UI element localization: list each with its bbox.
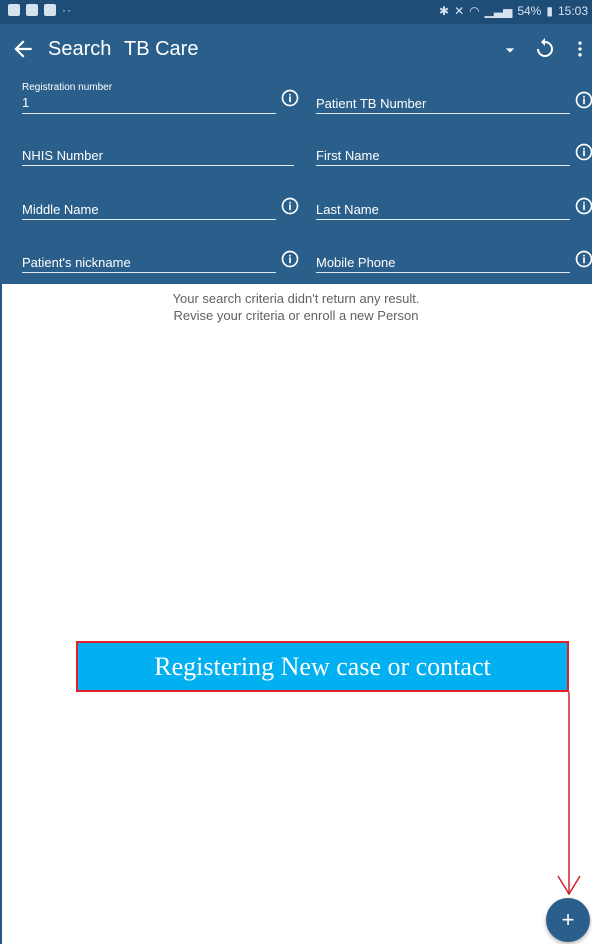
empty-state-message: Your search criteria didn't return any r… [0, 290, 592, 324]
first-name-field[interactable]: First Name [316, 148, 570, 166]
middle-name-placeholder: Middle Name [22, 202, 99, 217]
mobile-phone-placeholder: Mobile Phone [316, 255, 396, 270]
field-underline [316, 272, 570, 273]
first-name-placeholder: First Name [316, 148, 380, 163]
nhis-number-placeholder: NHIS Number [22, 148, 103, 163]
more-notifications-indicator: ·· [62, 3, 72, 17]
toolbar: Search TB Care [0, 24, 592, 76]
field-underline [22, 113, 276, 114]
back-arrow-icon[interactable] [10, 36, 36, 62]
empty-state-line-2: Revise your criteria or enroll a new Per… [173, 308, 419, 323]
signal-icon: ▁▃▅ [484, 4, 513, 18]
status-bar: ·· ✱ ✕ ◠ ▁▃▅ 54% ▮ 15:03 [0, 0, 592, 24]
field-underline [316, 219, 570, 220]
more-options-icon[interactable] [570, 36, 590, 62]
add-person-button[interactable]: + [546, 898, 590, 942]
mobile-phone-field[interactable]: Mobile Phone [316, 255, 570, 273]
registration-number-field[interactable]: Registration number 1 [22, 82, 276, 114]
screen-title: Search [48, 38, 112, 60]
info-icon[interactable] [280, 88, 300, 108]
bluetooth-icon: ✱ [439, 4, 450, 18]
info-icon[interactable] [280, 249, 300, 269]
info-icon[interactable] [574, 249, 592, 269]
program-dropdown-icon[interactable] [500, 40, 520, 60]
annotation-callout: Registering New case or contact [76, 641, 569, 692]
refresh-icon[interactable] [533, 36, 557, 60]
facebook-icon [8, 4, 20, 16]
clock: 15:03 [557, 4, 588, 18]
gallery-icon [44, 4, 56, 16]
info-icon[interactable] [280, 196, 300, 216]
registration-number-label: Registration number [22, 82, 113, 93]
last-name-field[interactable]: Last Name [316, 202, 570, 220]
field-underline [316, 165, 570, 166]
youtube-icon [26, 4, 38, 16]
program-title: TB Care [124, 38, 199, 60]
patient-tb-number-field[interactable]: Patient TB Number [316, 96, 570, 114]
search-header: Search TB Care Registration number 1 Pat… [0, 24, 592, 284]
info-icon[interactable] [574, 90, 592, 110]
middle-name-field[interactable]: Middle Name [22, 202, 276, 220]
nhis-number-field[interactable]: NHIS Number [22, 148, 294, 166]
field-underline [22, 219, 276, 220]
last-name-placeholder: Last Name [316, 202, 379, 217]
info-icon[interactable] [574, 142, 592, 162]
wifi-icon: ◠ [469, 4, 480, 18]
empty-state-line-1: Your search criteria didn't return any r… [172, 291, 420, 306]
patient-tb-number-placeholder: Patient TB Number [316, 96, 427, 111]
nickname-placeholder: Patient's nickname [22, 255, 131, 270]
mute-icon: ✕ [454, 4, 465, 18]
field-underline [22, 272, 276, 273]
battery-icon: ▮ [546, 4, 553, 18]
registration-number-value: 1 [22, 95, 30, 110]
info-icon[interactable] [574, 196, 592, 216]
field-underline [316, 113, 570, 114]
field-underline [22, 165, 294, 166]
battery-percent: 54% [517, 4, 542, 18]
nickname-field[interactable]: Patient's nickname [22, 255, 276, 273]
